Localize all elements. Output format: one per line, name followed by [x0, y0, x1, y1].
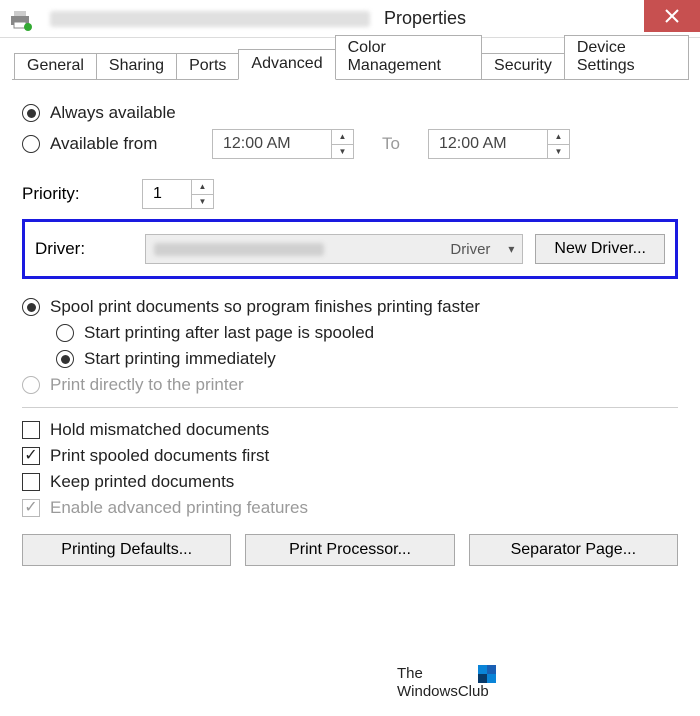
- tab-security[interactable]: Security: [481, 53, 565, 80]
- radio-start-immediate[interactable]: [56, 350, 74, 368]
- radio-spool[interactable]: [22, 298, 40, 316]
- new-driver-button[interactable]: New Driver...: [535, 234, 665, 264]
- check-keep[interactable]: [22, 473, 40, 491]
- label-keep: Keep printed documents: [50, 472, 234, 492]
- tab-general[interactable]: General: [14, 53, 97, 80]
- tab-ports[interactable]: Ports: [176, 53, 239, 80]
- time-from-value: 12:00 AM: [213, 135, 331, 153]
- label-always-available: Always available: [50, 103, 176, 123]
- check-spooled-first[interactable]: [22, 447, 40, 465]
- driver-name-blurred: [154, 243, 324, 256]
- time-to-spinner[interactable]: ▲▼: [547, 130, 569, 158]
- properties-window: Properties General Sharing Ports Advance…: [0, 0, 700, 578]
- print-processor-button[interactable]: Print Processor...: [245, 534, 454, 566]
- tabstrip-divider: [12, 79, 688, 80]
- label-hold: Hold mismatched documents: [50, 420, 269, 440]
- radio-available-from[interactable]: [22, 135, 40, 153]
- label-to: To: [382, 134, 400, 154]
- separator-page-button[interactable]: Separator Page...: [469, 534, 678, 566]
- label-spooled-first: Print spooled documents first: [50, 446, 269, 466]
- tab-sharing[interactable]: Sharing: [96, 53, 177, 80]
- driver-suffix: Driver: [450, 241, 490, 258]
- label-print-direct: Print directly to the printer: [50, 375, 244, 395]
- title-suffix: Properties: [384, 8, 466, 29]
- label-adv-features: Enable advanced printing features: [50, 498, 308, 518]
- priority-value: 1: [143, 185, 191, 203]
- tab-advanced[interactable]: Advanced: [238, 49, 335, 80]
- priority-field[interactable]: 1 ▲▼: [142, 179, 214, 209]
- radio-print-direct: [22, 376, 40, 394]
- label-priority: Priority:: [22, 184, 142, 204]
- radio-start-after[interactable]: [56, 324, 74, 342]
- time-from-spinner[interactable]: ▲▼: [331, 130, 353, 158]
- label-available-from: Available from: [50, 134, 212, 154]
- close-button[interactable]: [644, 0, 700, 32]
- driver-highlight-box: Driver: Driver ▾ New Driver...: [22, 219, 678, 279]
- separator-line: [22, 407, 678, 408]
- close-icon: [665, 9, 679, 23]
- priority-spinner[interactable]: ▲▼: [191, 180, 213, 208]
- check-hold[interactable]: [22, 421, 40, 439]
- tab-row: General Sharing Ports Advanced Color Man…: [0, 38, 700, 80]
- time-from-field[interactable]: 12:00 AM ▲▼: [212, 129, 354, 159]
- label-driver: Driver:: [35, 239, 145, 259]
- label-start-immediate: Start printing immediately: [84, 349, 276, 369]
- chevron-down-icon: ▾: [508, 242, 514, 256]
- printer-icon: [8, 7, 32, 31]
- watermark-text: The WindowsClub: [397, 665, 489, 701]
- label-spool: Spool print documents so program finishe…: [50, 297, 480, 317]
- label-start-after: Start printing after last page is spoole…: [84, 323, 374, 343]
- time-to-field[interactable]: 12:00 AM ▲▼: [428, 129, 570, 159]
- time-to-value: 12:00 AM: [429, 135, 547, 153]
- titlebar: Properties: [0, 0, 700, 38]
- driver-select[interactable]: Driver ▾: [145, 234, 523, 264]
- tab-device-settings[interactable]: Device Settings: [564, 35, 689, 80]
- radio-always-available[interactable]: [22, 104, 40, 122]
- check-adv-features: [22, 499, 40, 517]
- title-blurred-name: [50, 11, 370, 27]
- advanced-page: Always available Available from 12:00 AM…: [0, 81, 700, 578]
- printing-defaults-button[interactable]: Printing Defaults...: [22, 534, 231, 566]
- tab-color-management[interactable]: Color Management: [335, 35, 482, 80]
- watermark-logo-icon: [478, 665, 496, 683]
